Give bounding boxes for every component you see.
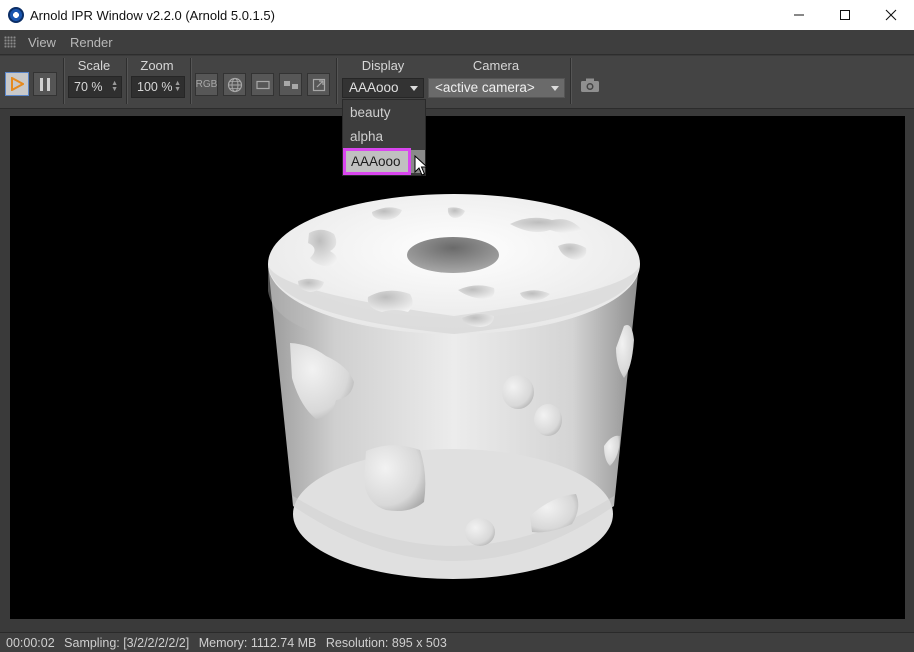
- spinner-arrows-icon[interactable]: ▲ ▼: [174, 80, 181, 93]
- status-sampling: Sampling: [3/2/2/2/2/2]: [64, 636, 190, 650]
- status-time: 00:00:02: [6, 636, 55, 650]
- chevron-down-icon: [410, 86, 418, 91]
- minimize-button[interactable]: [776, 0, 822, 30]
- play-icon: [11, 77, 24, 91]
- display-dropdown[interactable]: AAAooo: [342, 78, 424, 98]
- render-view-panel: [0, 110, 914, 630]
- toolbar-separator: [63, 58, 64, 104]
- spinner-arrows-icon[interactable]: ▲ ▼: [111, 80, 118, 93]
- camera-dropdown[interactable]: <active camera>: [428, 78, 565, 98]
- status-memory: Memory: 1112.74 MB: [198, 636, 317, 650]
- snapshot-button[interactable]: [578, 74, 602, 96]
- pause-render-button[interactable]: [33, 72, 57, 96]
- rendered-image: [268, 194, 640, 579]
- maximize-icon: [840, 10, 850, 20]
- scale-label: Scale: [77, 58, 111, 73]
- export-icon: [312, 78, 325, 91]
- compare-button[interactable]: [279, 73, 302, 96]
- zoom-value: 100 %: [137, 80, 173, 94]
- scale-spinner[interactable]: 70 % ▲ ▼: [68, 76, 122, 98]
- toolbar-separator: [190, 58, 191, 104]
- zoom-spinner[interactable]: 100 % ▲ ▼: [131, 76, 185, 98]
- compare-icon: [283, 80, 298, 89]
- scale-value: 70 %: [74, 80, 103, 94]
- toolbar: Scale 70 % ▲ ▼ Zoom 100 % ▲ ▼ RGB Displa…: [0, 56, 914, 109]
- grip-icon[interactable]: [4, 36, 16, 48]
- toolbar-separator: [336, 58, 337, 104]
- title-bar: Arnold IPR Window v2.2.0 (Arnold 5.0.1.5…: [0, 0, 914, 30]
- camera-value: <active camera>: [435, 80, 535, 95]
- chevron-down-icon: [551, 86, 559, 91]
- rgb-label: RGB: [195, 79, 218, 90]
- globe-button[interactable]: [223, 73, 246, 96]
- rectangle-region-icon: [255, 80, 270, 89]
- window-title: Arnold IPR Window v2.2.0 (Arnold 5.0.1.5…: [30, 7, 275, 23]
- zoom-label: Zoom: [140, 58, 174, 73]
- display-option-beauty[interactable]: beauty: [350, 105, 391, 120]
- maximize-button[interactable]: [822, 0, 868, 30]
- status-bar: 00:00:02 Sampling: [3/2/2/2/2/2] Memory:…: [0, 632, 914, 652]
- cinema4d-app-icon: [8, 7, 24, 23]
- display-value: AAAooo: [349, 80, 399, 95]
- display-option-aaaooo[interactable]: AAAooo: [343, 148, 411, 175]
- start-render-button[interactable]: [5, 72, 29, 96]
- close-icon: [885, 9, 897, 21]
- display-option-alpha[interactable]: alpha: [350, 129, 383, 144]
- render-viewport[interactable]: [10, 116, 905, 619]
- export-button[interactable]: [307, 73, 330, 96]
- camera-label: Camera: [472, 58, 520, 73]
- region-button[interactable]: [251, 73, 274, 96]
- globe-icon: [227, 77, 242, 92]
- toolbar-separator: [570, 58, 571, 104]
- menu-view[interactable]: View: [28, 35, 56, 50]
- menu-bar: View Render: [0, 30, 914, 55]
- toolbar-separator: [126, 58, 127, 104]
- menu-render[interactable]: Render: [70, 35, 113, 50]
- rgb-channel-button[interactable]: RGB: [195, 73, 218, 96]
- minimize-icon: [794, 14, 804, 16]
- display-label: Display: [361, 58, 405, 73]
- pause-icon: [40, 77, 43, 91]
- status-resolution: Resolution: 895 x 503: [325, 636, 447, 650]
- mouse-cursor-icon: [414, 155, 428, 176]
- window-controls: [776, 0, 914, 30]
- camera-icon: [581, 78, 599, 92]
- close-button[interactable]: [868, 0, 914, 30]
